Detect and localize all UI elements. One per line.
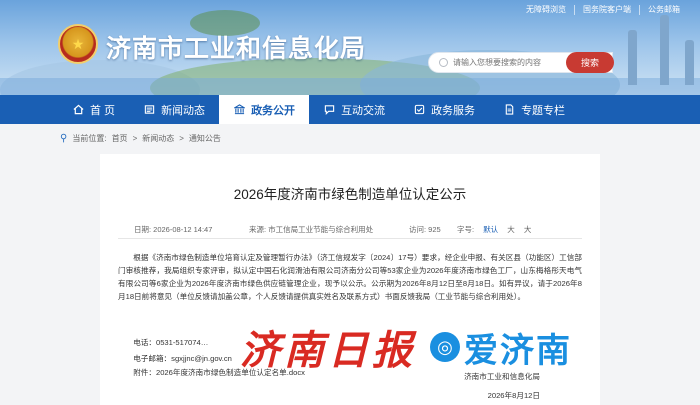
nav-item-label: 新闻动态 (161, 104, 206, 117)
nav-item-topics[interactable]: 专题专栏 (489, 95, 579, 124)
article-body: 根据《济南市绿色制造单位培育认定及管理暂行办法》（济工信规发字〔2024〕17号… (118, 253, 582, 301)
breadcrumb-notices[interactable]: 通知公告 (189, 133, 221, 144)
font-size-controls: 字号: 默认 大 大 (457, 224, 538, 235)
nav-item-label: 首 页 (90, 104, 116, 117)
signature-org: 济南市工业和信息化局 (464, 372, 540, 381)
nav-item-services[interactable]: 政务服务 (399, 95, 489, 124)
font-size-larger[interactable]: 大 (524, 225, 532, 234)
banner-tower (660, 15, 669, 85)
article-panel: 2026年度济南市绿色制造单位认定公示 日期: 2026-08-12 14:47… (100, 154, 600, 405)
breadcrumb-news[interactable]: 新闻动态 (142, 133, 174, 144)
chat-icon (323, 104, 335, 116)
site-title: 济南市工业和信息化局 (106, 35, 367, 63)
banner-scenery (0, 78, 700, 95)
nav-item-news[interactable]: 新闻动态 (129, 95, 219, 124)
contact-email: 电子邮箱：sgxjjnc@jn.gov.cn (133, 354, 232, 363)
top-links: 无障碍浏览 国务院客户端 公务邮箱 (518, 5, 688, 15)
font-size-default[interactable]: 默认 (483, 225, 498, 234)
nav-item-label: 政务服务 (431, 104, 476, 117)
accessibility-link[interactable]: 无障碍浏览 (518, 5, 574, 15)
state-council-app-link[interactable]: 国务院客户端 (574, 5, 639, 15)
breadcrumb: ⚲ 当前位置: 首页 > 新闻动态 > 通知公告 (60, 133, 221, 144)
signature-date: 2026年8月12日 (487, 391, 540, 400)
nav-item-interaction[interactable]: 互动交流 (309, 95, 399, 124)
nav-item-home[interactable]: 首 页 (0, 95, 129, 124)
search-icon (439, 58, 448, 67)
font-size-label: 字号: (457, 225, 475, 234)
nav-item-label: 互动交流 (341, 104, 386, 117)
meta-divider (118, 238, 582, 239)
nav-item-gov-affairs[interactable]: 政务公开 (219, 95, 310, 124)
contact-phone: 电话：0531-517074… (133, 338, 209, 347)
breadcrumb-prefix: 当前位置: (72, 134, 107, 143)
header-banner: ★ 济南市工业和信息化局 无障碍浏览 国务院客户端 公务邮箱 搜索 (0, 0, 700, 95)
government-icon (233, 104, 245, 116)
newspaper-icon (143, 104, 155, 116)
search-button[interactable]: 搜索 (566, 52, 614, 73)
article-title: 2026年度济南市绿色制造单位认定公示 (233, 187, 467, 202)
breadcrumb-separator: > (179, 134, 184, 143)
main-nav: 首 页 新闻动态 政务公开 互动交流 政务服务 专题专栏 (0, 95, 700, 124)
document-icon (503, 104, 515, 116)
nav-item-label: 政务公开 (251, 104, 296, 117)
breadcrumb-home[interactable]: 首页 (112, 133, 128, 144)
banner-tower (628, 30, 637, 85)
font-size-large[interactable]: 大 (507, 225, 515, 234)
home-icon (72, 104, 84, 116)
banner-tower (685, 40, 694, 85)
official-email-link[interactable]: 公务邮箱 (639, 5, 688, 15)
location-pin-icon: ⚲ (60, 133, 68, 144)
national-emblem-icon: ★ (58, 24, 98, 64)
article-meta: 日期: 2026-08-12 14:47 来源: 市工信局工业节能与综合利用处 … (134, 224, 574, 235)
article-source: 来源: 市工信局工业节能与综合利用处 (249, 225, 374, 234)
nav-item-label: 专题专栏 (521, 104, 566, 117)
service-icon (413, 104, 425, 116)
article-date: 日期: 2026-08-12 14:47 (134, 225, 213, 234)
article-views: 访问: 925 (409, 225, 441, 234)
breadcrumb-separator: > (132, 134, 138, 143)
